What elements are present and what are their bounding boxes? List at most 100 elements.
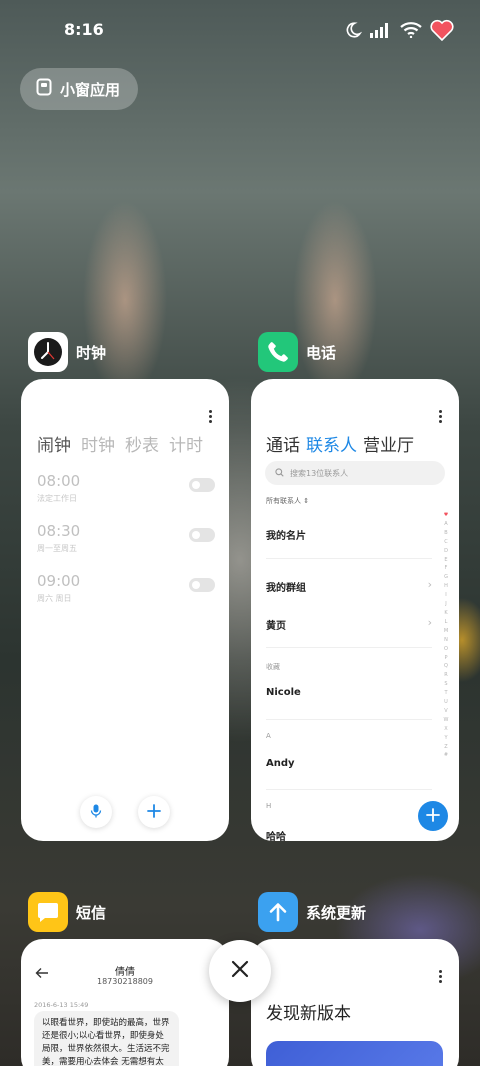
alarm-item[interactable]: 08:00 法定工作日 <box>37 472 215 504</box>
phone-tabs: 通话 联系人 营业厅 <box>266 431 414 456</box>
alphabet-index-letter[interactable]: Q <box>441 662 451 671</box>
chevron-right-icon: › <box>427 616 432 629</box>
alarm-toggle[interactable] <box>189 578 215 592</box>
clock-app-label[interactable]: 时钟 <box>28 332 106 372</box>
yellow-pages-row[interactable]: 黄页 › <box>266 616 432 632</box>
update-app-card[interactable]: 发现新版本 <box>251 939 459 1066</box>
tab-service-hall[interactable]: 营业厅 <box>363 431 414 456</box>
contact-name: Nicole <box>266 687 301 698</box>
alphabet-index-letter[interactable]: S <box>441 680 451 689</box>
phone-app-card[interactable]: 通话 联系人 营业厅 搜索13位联系人 所有联系人 ⇕ 我的名片 我的群组 › … <box>251 379 459 841</box>
alarm-desc: 法定工作日 <box>37 494 77 503</box>
status-bar: 8:16 <box>0 0 480 62</box>
tab-alarm[interactable]: 闹钟 <box>37 431 71 456</box>
alphabet-index-letter[interactable]: R <box>441 671 451 680</box>
my-groups-row[interactable]: 我的群组 › <box>266 578 432 594</box>
alphabet-index-letter[interactable]: A <box>441 520 451 529</box>
alarm-time: 08:30 <box>37 522 81 540</box>
tab-clock[interactable]: 时钟 <box>81 431 115 456</box>
alphabet-index-letter[interactable]: Z <box>441 743 451 752</box>
sms-app-name: 短信 <box>76 903 107 922</box>
tab-calls[interactable]: 通话 <box>266 431 300 456</box>
alphabet-index-letter[interactable]: D <box>441 547 451 556</box>
alphabet-index-letter[interactable]: F <box>441 564 451 573</box>
alphabet-index-letter[interactable]: # <box>441 751 451 760</box>
divider <box>266 789 432 790</box>
alphabet-index-letter[interactable]: U <box>441 698 451 707</box>
alphabet-index-letter[interactable]: I <box>441 591 451 600</box>
alphabet-index-letter[interactable]: B <box>441 529 451 538</box>
alphabet-index-letter[interactable]: T <box>441 689 451 698</box>
clock-app-card[interactable]: 闹钟 时钟 秒表 计时 08:00 法定工作日 08:30 周一至周五 09:0… <box>21 379 229 841</box>
alphabet-index-letter[interactable]: ♥ <box>441 511 451 520</box>
alarm-item[interactable]: 09:00 周六 周日 <box>37 572 215 604</box>
alarm-toggle[interactable] <box>189 478 215 492</box>
message-timestamp: 2016-6-13 15:49 <box>34 1001 89 1009</box>
contacts-filter[interactable]: 所有联系人 ⇕ <box>266 496 309 506</box>
alarm-desc: 周一至周五 <box>37 544 77 553</box>
contacts-filter-label: 所有联系人 <box>266 497 301 505</box>
phone-more-icon[interactable] <box>439 410 443 425</box>
contact-row[interactable]: 哈哈 <box>266 828 432 841</box>
add-alarm-button[interactable] <box>138 796 170 828</box>
moon-icon <box>344 21 363 43</box>
small-window-icon <box>36 78 52 100</box>
wifi-icon <box>400 22 422 42</box>
floating-window-button[interactable]: 小窗应用 <box>20 68 139 110</box>
plus-icon <box>426 807 440 826</box>
search-placeholder: 搜索13位联系人 <box>290 468 349 478</box>
signal-icon <box>370 22 392 42</box>
divider <box>266 647 432 648</box>
message-bubble: 以眼看世界，即使站的最高，世界还是很小;以心看世界，即使身处局限，世界依然很大。… <box>34 1011 179 1066</box>
sms-app-label[interactable]: 短信 <box>28 892 106 932</box>
contact-row[interactable]: Andy <box>266 758 432 769</box>
alphabet-index-letter[interactable]: J <box>441 600 451 609</box>
alphabet-index-letter[interactable]: V <box>441 707 451 716</box>
alarm-item[interactable]: 08:30 周一至周五 <box>37 522 215 554</box>
alphabet-index-letter[interactable]: Y <box>441 734 451 743</box>
conversation-title: 倩倩 <box>115 967 135 978</box>
plus-icon <box>147 803 161 822</box>
clock-more-icon[interactable] <box>209 410 213 425</box>
sms-app-icon <box>28 892 68 932</box>
chevron-right-icon: › <box>427 578 432 591</box>
alphabet-index-letter[interactable]: X <box>441 725 451 734</box>
update-banner <box>266 1041 443 1066</box>
sms-app-card[interactable]: 倩倩 18730218809 2016-6-13 15:49 以眼看世界，即使站… <box>21 939 229 1066</box>
phone-app-label[interactable]: 电话 <box>258 332 336 372</box>
contact-name: Andy <box>266 758 295 769</box>
alphabet-index[interactable]: ♥ A B C D E F G H I J K L M N O P Q R S T U V W X Y Z # <box>441 511 451 760</box>
section-header: A <box>266 732 271 740</box>
contact-row[interactable]: Nicole <box>266 687 432 698</box>
alphabet-index-letter[interactable]: W <box>441 716 451 725</box>
alarm-toggle[interactable] <box>189 528 215 542</box>
alphabet-index-letter[interactable]: O <box>441 645 451 654</box>
microphone-icon <box>90 803 102 822</box>
divider <box>266 719 432 720</box>
contacts-search-input[interactable]: 搜索13位联系人 <box>265 461 445 485</box>
tab-stopwatch[interactable]: 秒表 <box>125 431 159 456</box>
tab-contacts[interactable]: 联系人 <box>306 431 357 456</box>
contact-name: 哈哈 <box>266 832 286 841</box>
search-icon <box>275 467 284 479</box>
clock-app-icon <box>28 332 68 372</box>
update-more-icon[interactable] <box>439 970 443 985</box>
tab-timer[interactable]: 计时 <box>169 431 203 456</box>
close-all-button[interactable] <box>209 940 271 1002</box>
voice-alarm-button[interactable] <box>80 796 112 828</box>
update-app-label[interactable]: 系统更新 <box>258 892 366 932</box>
alphabet-index-letter[interactable]: M <box>441 627 451 636</box>
alphabet-index-letter[interactable]: E <box>441 556 451 565</box>
my-card-row[interactable]: 我的名片 <box>266 527 432 542</box>
alphabet-index-letter[interactable]: G <box>441 573 451 582</box>
alphabet-index-letter[interactable]: C <box>441 538 451 547</box>
alphabet-index-letter[interactable]: H <box>441 582 451 591</box>
alphabet-index-letter[interactable]: K <box>441 609 451 618</box>
alphabet-index-letter[interactable]: P <box>441 654 451 663</box>
alphabet-index-letter[interactable]: N <box>441 636 451 645</box>
clock-tabs: 闹钟 时钟 秒表 计时 <box>37 431 203 456</box>
alphabet-index-letter[interactable]: L <box>441 618 451 627</box>
add-contact-button[interactable] <box>418 801 448 831</box>
alarm-time: 09:00 <box>37 572 81 590</box>
alarm-desc: 周六 周日 <box>37 594 72 603</box>
